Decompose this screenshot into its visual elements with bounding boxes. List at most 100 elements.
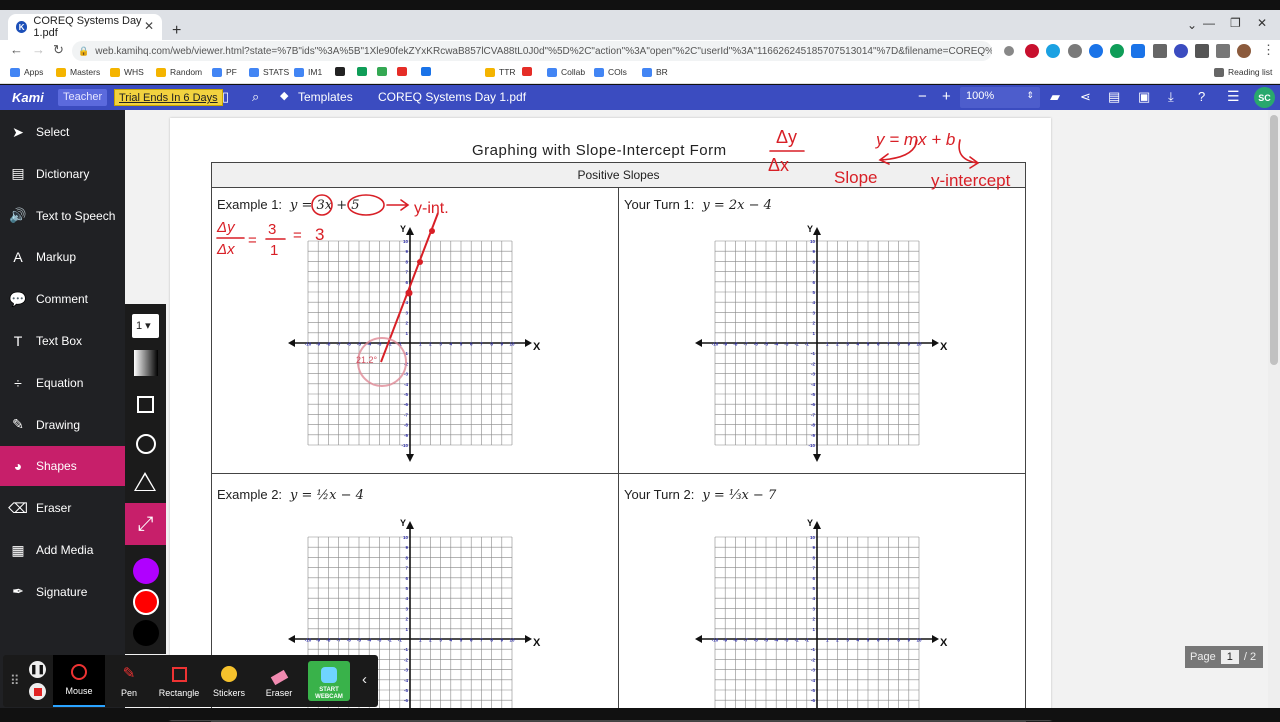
x-tick-label: -6 bbox=[347, 638, 351, 643]
page-number-input[interactable]: 1 bbox=[1220, 650, 1239, 664]
circle-icon[interactable] bbox=[136, 434, 156, 454]
y-tick-label: -8 bbox=[811, 423, 815, 428]
y-tick-label: 7 bbox=[405, 270, 408, 275]
y-tick-label: 3 bbox=[812, 606, 815, 611]
drag-handle-icon[interactable]: ⠿ bbox=[10, 673, 20, 689]
y-tick-label: -6 bbox=[811, 698, 815, 703]
x-tick-label: -5 bbox=[764, 638, 768, 643]
pause-icon[interactable]: ❚❚ bbox=[29, 661, 46, 678]
slope-note: Slope bbox=[834, 168, 877, 187]
ratio-delta-x: Δx bbox=[216, 241, 235, 258]
arrow-down-icon bbox=[813, 454, 821, 462]
arrow-up-icon bbox=[406, 521, 414, 529]
circle-mark bbox=[311, 194, 333, 216]
arrow-left-icon bbox=[695, 339, 702, 347]
color-swatch[interactable] bbox=[133, 558, 159, 584]
arrow-left-icon bbox=[288, 339, 295, 347]
line-icon[interactable]: ⤢ bbox=[125, 503, 166, 545]
x-tick-label: 10 bbox=[509, 638, 515, 643]
y-tick-label: -5 bbox=[811, 688, 815, 693]
square-icon[interactable] bbox=[137, 396, 154, 413]
webcam-icon bbox=[321, 667, 337, 683]
rectangle-tool[interactable]: Rectangle bbox=[153, 655, 205, 707]
y-tick-label: 3 bbox=[405, 310, 408, 315]
y-axis-label: Y bbox=[400, 518, 406, 528]
stop-button[interactable] bbox=[29, 683, 46, 700]
color-swatch[interactable] bbox=[133, 589, 159, 615]
y-tick-label: 10 bbox=[403, 535, 409, 540]
scrollbar-thumb[interactable] bbox=[1270, 115, 1278, 365]
x-tick-label: -4 bbox=[367, 638, 371, 643]
arrow-mark bbox=[958, 139, 980, 169]
x-tick-label: -4 bbox=[774, 342, 778, 347]
x-tick-label: -7 bbox=[744, 638, 748, 643]
y-axis-label: Y bbox=[400, 224, 406, 234]
arrow-up-icon bbox=[813, 521, 821, 529]
y-tick-label: -3 bbox=[811, 372, 815, 377]
plotted-point bbox=[417, 259, 423, 265]
y-tick-label: 8 bbox=[405, 259, 408, 264]
y-tick-label: 9 bbox=[405, 249, 408, 254]
x-tick-label: -8 bbox=[326, 342, 330, 347]
y-tick-label: 4 bbox=[405, 596, 408, 601]
y-tick-label: -1 bbox=[811, 351, 815, 356]
y-tick-label: 2 bbox=[405, 617, 408, 622]
x-tick-label: -6 bbox=[347, 342, 351, 347]
y-tick-label: -9 bbox=[811, 433, 815, 438]
x-tick-label: -6 bbox=[754, 342, 758, 347]
y-axis-label: Y bbox=[807, 518, 813, 528]
arrow-up-icon bbox=[813, 227, 821, 235]
y-tick-label: 8 bbox=[405, 555, 408, 560]
y-tick-label: -5 bbox=[404, 392, 408, 397]
eraser-icon bbox=[270, 669, 288, 686]
y-tick-label: 1 bbox=[812, 627, 815, 632]
x-tick-label: -1 bbox=[805, 638, 809, 643]
y-tick-label: 7 bbox=[812, 270, 815, 275]
opacity-slider[interactable] bbox=[134, 350, 158, 376]
y-tick-label: 4 bbox=[405, 300, 408, 305]
arrow-right-icon bbox=[932, 635, 939, 643]
y-tick-label: 3 bbox=[405, 606, 408, 611]
start-webcam-button[interactable]: START WEBCAM bbox=[308, 661, 350, 701]
y-tick-label: -1 bbox=[404, 647, 408, 652]
x-tick-label: -9 bbox=[316, 342, 320, 347]
y-tick-label: -5 bbox=[404, 688, 408, 693]
angle-label: 21.2° bbox=[356, 355, 378, 365]
color-swatch[interactable] bbox=[133, 620, 159, 646]
tool-label: Rectangle bbox=[158, 688, 200, 698]
x-tick-label: -8 bbox=[326, 638, 330, 643]
y-tick-label: 10 bbox=[403, 239, 409, 244]
x-tick-label: -10 bbox=[712, 638, 719, 643]
y-tick-label: -5 bbox=[811, 392, 815, 397]
y-tick-label: 10 bbox=[810, 239, 816, 244]
webcam-label: START WEBCAM bbox=[315, 687, 343, 700]
tool-label: Stickers bbox=[212, 688, 245, 698]
y-tick-label: 1 bbox=[405, 627, 408, 632]
mouse-tool[interactable]: Mouse bbox=[53, 655, 105, 707]
equals-sign: = bbox=[293, 227, 302, 244]
tool-label: Eraser bbox=[265, 688, 293, 698]
y-tick-label: 5 bbox=[812, 290, 815, 295]
graph-layer: X Y -10 -10 -9 -9 -8 -8 -7 -7 -6 -6 -5 -5 -4 -4 -3 -3 -2 -2… bbox=[216, 127, 1011, 720]
tool-label: Pen bbox=[120, 688, 137, 698]
stickers-tool[interactable]: Stickers bbox=[203, 655, 255, 707]
x-tick-label: -6 bbox=[754, 638, 758, 643]
y-tick-label: -4 bbox=[811, 678, 815, 683]
x-tick-label: -3 bbox=[784, 638, 788, 643]
x-axis-label: X bbox=[940, 341, 948, 353]
y-tick-label: 4 bbox=[812, 300, 815, 305]
collapse-icon[interactable]: ‹ bbox=[362, 671, 367, 688]
pen-tool[interactable]: ✎ Pen bbox=[103, 655, 155, 707]
eraser-tool[interactable]: Eraser bbox=[253, 655, 305, 707]
x-tick-label: -1 bbox=[805, 342, 809, 347]
x-axis-label: X bbox=[940, 637, 948, 649]
y-intercept-point bbox=[405, 289, 413, 297]
stroke-width-select[interactable]: 1 ▾ bbox=[132, 314, 159, 338]
y-tick-label: 6 bbox=[405, 576, 408, 581]
arrow-left-icon bbox=[695, 635, 702, 643]
plotted-point bbox=[429, 228, 435, 234]
y-tick-label: 1 bbox=[405, 331, 408, 336]
y-tick-label: 2 bbox=[812, 617, 815, 622]
y-tick-label: 5 bbox=[812, 586, 815, 591]
x-tick-label: -5 bbox=[357, 342, 361, 347]
